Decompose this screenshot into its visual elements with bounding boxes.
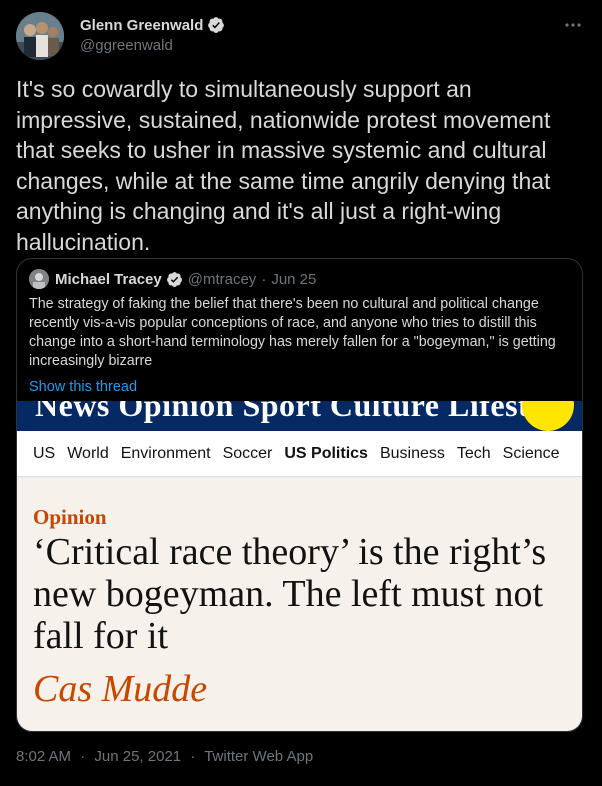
more-options-icon[interactable] bbox=[562, 14, 584, 36]
quoted-display-name: Michael Tracey bbox=[55, 270, 162, 288]
article-headline: ‘Critical race theory’ is the right’s ne… bbox=[33, 531, 547, 657]
tweet-footer: 8:02 AM · Jun 25, 2021 · Twitter Web App bbox=[16, 748, 313, 765]
subnav-item-tech[interactable]: Tech bbox=[457, 445, 491, 463]
article-kicker: Opinion bbox=[33, 505, 107, 529]
quoted-verified-badge-icon bbox=[166, 271, 183, 288]
tweet-time[interactable]: 8:02 AM bbox=[16, 748, 71, 765]
show-thread-link[interactable]: Show this thread bbox=[29, 379, 137, 395]
quoted-date[interactable]: Jun 25 bbox=[271, 271, 316, 288]
article-byline: Cas Mudde bbox=[33, 668, 208, 710]
name-row: Glenn Greenwald bbox=[80, 16, 225, 34]
quoted-tweet-header: Michael Tracey @mtracey · Jun 25 bbox=[29, 269, 316, 289]
tweet-header: Glenn Greenwald @ggreenwald bbox=[16, 12, 586, 62]
quoted-handle: @mtracey bbox=[187, 270, 257, 288]
subnav-item-soccer[interactable]: Soccer bbox=[223, 445, 273, 463]
guardian-top-nav: News Opinion Sport Culture Lifestyle bbox=[17, 401, 582, 431]
guardian-yellow-circle bbox=[522, 401, 574, 431]
subnav-item-environment[interactable]: Environment bbox=[121, 445, 211, 463]
subnav-item-world[interactable]: World bbox=[67, 445, 109, 463]
footer-separator: · bbox=[190, 748, 196, 765]
quoted-tweet-text: The strategy of faking the belief that t… bbox=[29, 296, 556, 369]
tweet-date[interactable]: Jun 25, 2021 bbox=[94, 748, 181, 765]
verified-badge-icon bbox=[207, 16, 225, 34]
subnav-item-us-politics[interactable]: US Politics bbox=[284, 445, 368, 463]
guardian-top-nav-text: News Opinion Sport Culture Lifestyle bbox=[35, 401, 570, 423]
handle[interactable]: @ggreenwald bbox=[80, 37, 173, 54]
tweet: Glenn Greenwald @ggreenwald It's so cowa… bbox=[0, 0, 602, 786]
subnav-item-business[interactable]: Business bbox=[380, 445, 445, 463]
tweet-text: It's so cowardly to simultaneously suppo… bbox=[16, 76, 551, 255]
article-subnav: US World Environment Soccer US Politics Busin… bbox=[17, 431, 582, 477]
quoted-avatar[interactable] bbox=[29, 269, 49, 289]
source-app[interactable]: Twitter Web App bbox=[204, 748, 313, 765]
quoted-separator: · bbox=[261, 270, 267, 288]
subnav-item-us[interactable]: US bbox=[33, 445, 55, 463]
quoted-tweet[interactable]: Michael Tracey @mtracey · Jun 25 The str… bbox=[16, 258, 583, 732]
avatar[interactable] bbox=[16, 12, 64, 60]
subnav-item-science[interactable]: Science bbox=[503, 445, 560, 463]
footer-separator: · bbox=[80, 748, 86, 765]
article-screenshot[interactable]: News Opinion Sport Culture Lifestyle US W… bbox=[17, 401, 582, 731]
display-name[interactable]: Glenn Greenwald bbox=[80, 17, 203, 34]
